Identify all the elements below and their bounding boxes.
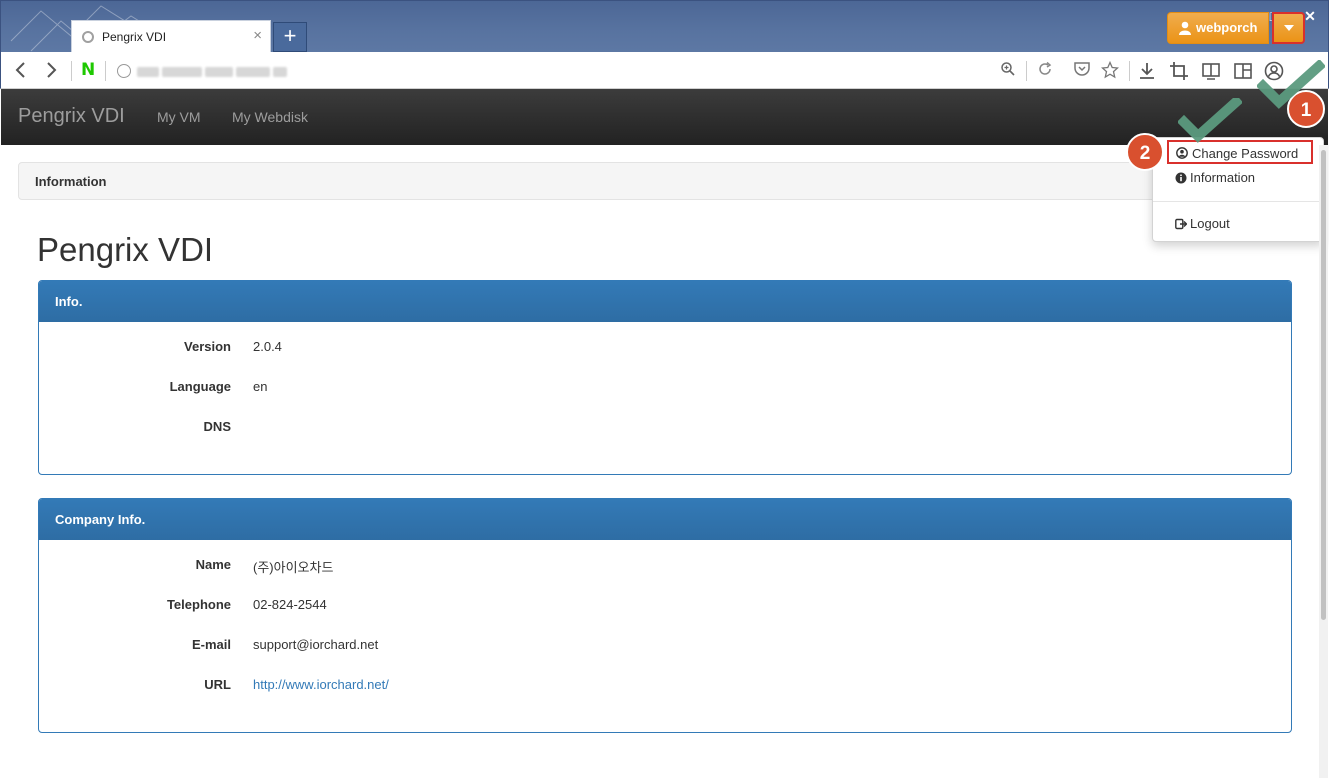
site-info-icon[interactable] [117, 64, 131, 78]
menu-item-label: Information [1190, 170, 1256, 185]
back-icon[interactable] [10, 59, 32, 81]
pocket-icon[interactable] [1072, 61, 1092, 81]
user-dropdown-menu: Change Password Information Logout [1152, 137, 1324, 242]
info-label: Language [169, 379, 231, 394]
info-panel-heading: Info. [39, 281, 1291, 322]
step-2-badge: 2 [1126, 133, 1164, 171]
divider [105, 61, 106, 81]
sidebar-icon[interactable] [1233, 61, 1253, 81]
menu-divider [1153, 201, 1323, 202]
divider [1026, 61, 1027, 81]
company-panel: Company Info. Name (주)아이오차드 Telephone 02… [38, 498, 1292, 733]
company-row-telephone: Telephone 02-824-2544 [39, 597, 1291, 617]
company-label: URL [204, 677, 231, 692]
scrollbar-thumb[interactable] [1321, 150, 1326, 620]
url-input[interactable] [137, 65, 292, 77]
company-row-email: E-mail support@iorchard.net [39, 637, 1291, 657]
breadcrumb: Information [18, 162, 1292, 200]
menu-item-label: Change Password [1192, 146, 1299, 161]
nav-my-vm[interactable]: My VM [157, 109, 201, 125]
company-label: Telephone [166, 597, 231, 612]
caret-down-icon [1283, 25, 1294, 31]
company-url-link[interactable]: http://www.iorchard.net/ [253, 677, 389, 692]
zoom-icon[interactable] [998, 61, 1018, 81]
crop-capture-icon[interactable] [1169, 61, 1189, 81]
logout-icon [1175, 218, 1187, 230]
checkmark-icon [1257, 60, 1325, 109]
company-row-name: Name (주)아이오차드 [39, 557, 1291, 577]
company-value: support@iorchard.net [253, 637, 379, 652]
page-title: Pengrix VDI [37, 231, 214, 268]
loading-icon [82, 31, 94, 43]
app-navbar: Pengrix VDI My VM My Webdisk [1, 89, 1328, 145]
menu-information[interactable]: Information [1153, 166, 1323, 190]
naver-logo-icon[interactable]: N [81, 61, 97, 79]
company-row-url: URL http://www.iorchard.net/ [39, 677, 1291, 697]
info-row-dns: DNS [39, 419, 1291, 439]
bookmark-star-icon[interactable] [1100, 60, 1120, 81]
divider [1129, 61, 1130, 81]
user-name: webporch [1196, 20, 1258, 35]
info-label: Version [184, 339, 231, 354]
company-label: Name [195, 557, 231, 572]
address-bar: N [0, 52, 1329, 89]
checkmark-icon [1178, 98, 1242, 143]
forward-icon[interactable] [40, 59, 62, 81]
company-panel-heading: Company Info. [39, 499, 1291, 540]
info-label: DNS [203, 419, 231, 434]
brand-logo[interactable]: Pengrix VDI [18, 105, 125, 128]
info-panel: Info. Version 2.0.4 Language en DNS [38, 280, 1292, 475]
info-row-language: Language en [39, 379, 1291, 399]
info-circle-icon [1175, 172, 1187, 184]
company-value: (주)아이오차드 [253, 560, 334, 575]
menu-logout[interactable]: Logout [1153, 212, 1323, 236]
user-icon [1179, 21, 1191, 35]
reload-icon[interactable] [1035, 61, 1055, 81]
menu-item-label: Logout [1190, 216, 1230, 231]
company-value: 02-824-2544 [253, 597, 327, 612]
user-circle-icon [1176, 147, 1188, 159]
info-value: en [253, 379, 268, 394]
tab-close-icon[interactable]: × [253, 28, 262, 44]
user-button[interactable]: webporch [1167, 12, 1269, 44]
info-row-version: Version 2.0.4 [39, 339, 1291, 359]
reader-view-icon[interactable] [1201, 61, 1221, 81]
browser-titlebar: Pengrix VDI × + – □ ✕ [0, 0, 1329, 52]
user-dropdown-toggle[interactable] [1272, 12, 1305, 44]
divider [71, 61, 72, 81]
new-tab-button[interactable]: + [273, 22, 307, 52]
info-value: 2.0.4 [253, 339, 282, 354]
download-icon[interactable] [1137, 61, 1157, 81]
nav-my-webdisk[interactable]: My Webdisk [232, 109, 308, 125]
company-label: E-mail [191, 637, 231, 652]
tab-title: Pengrix VDI [102, 30, 167, 44]
breadcrumb-current: Information [35, 174, 107, 189]
browser-tab[interactable]: Pengrix VDI × [71, 20, 271, 52]
